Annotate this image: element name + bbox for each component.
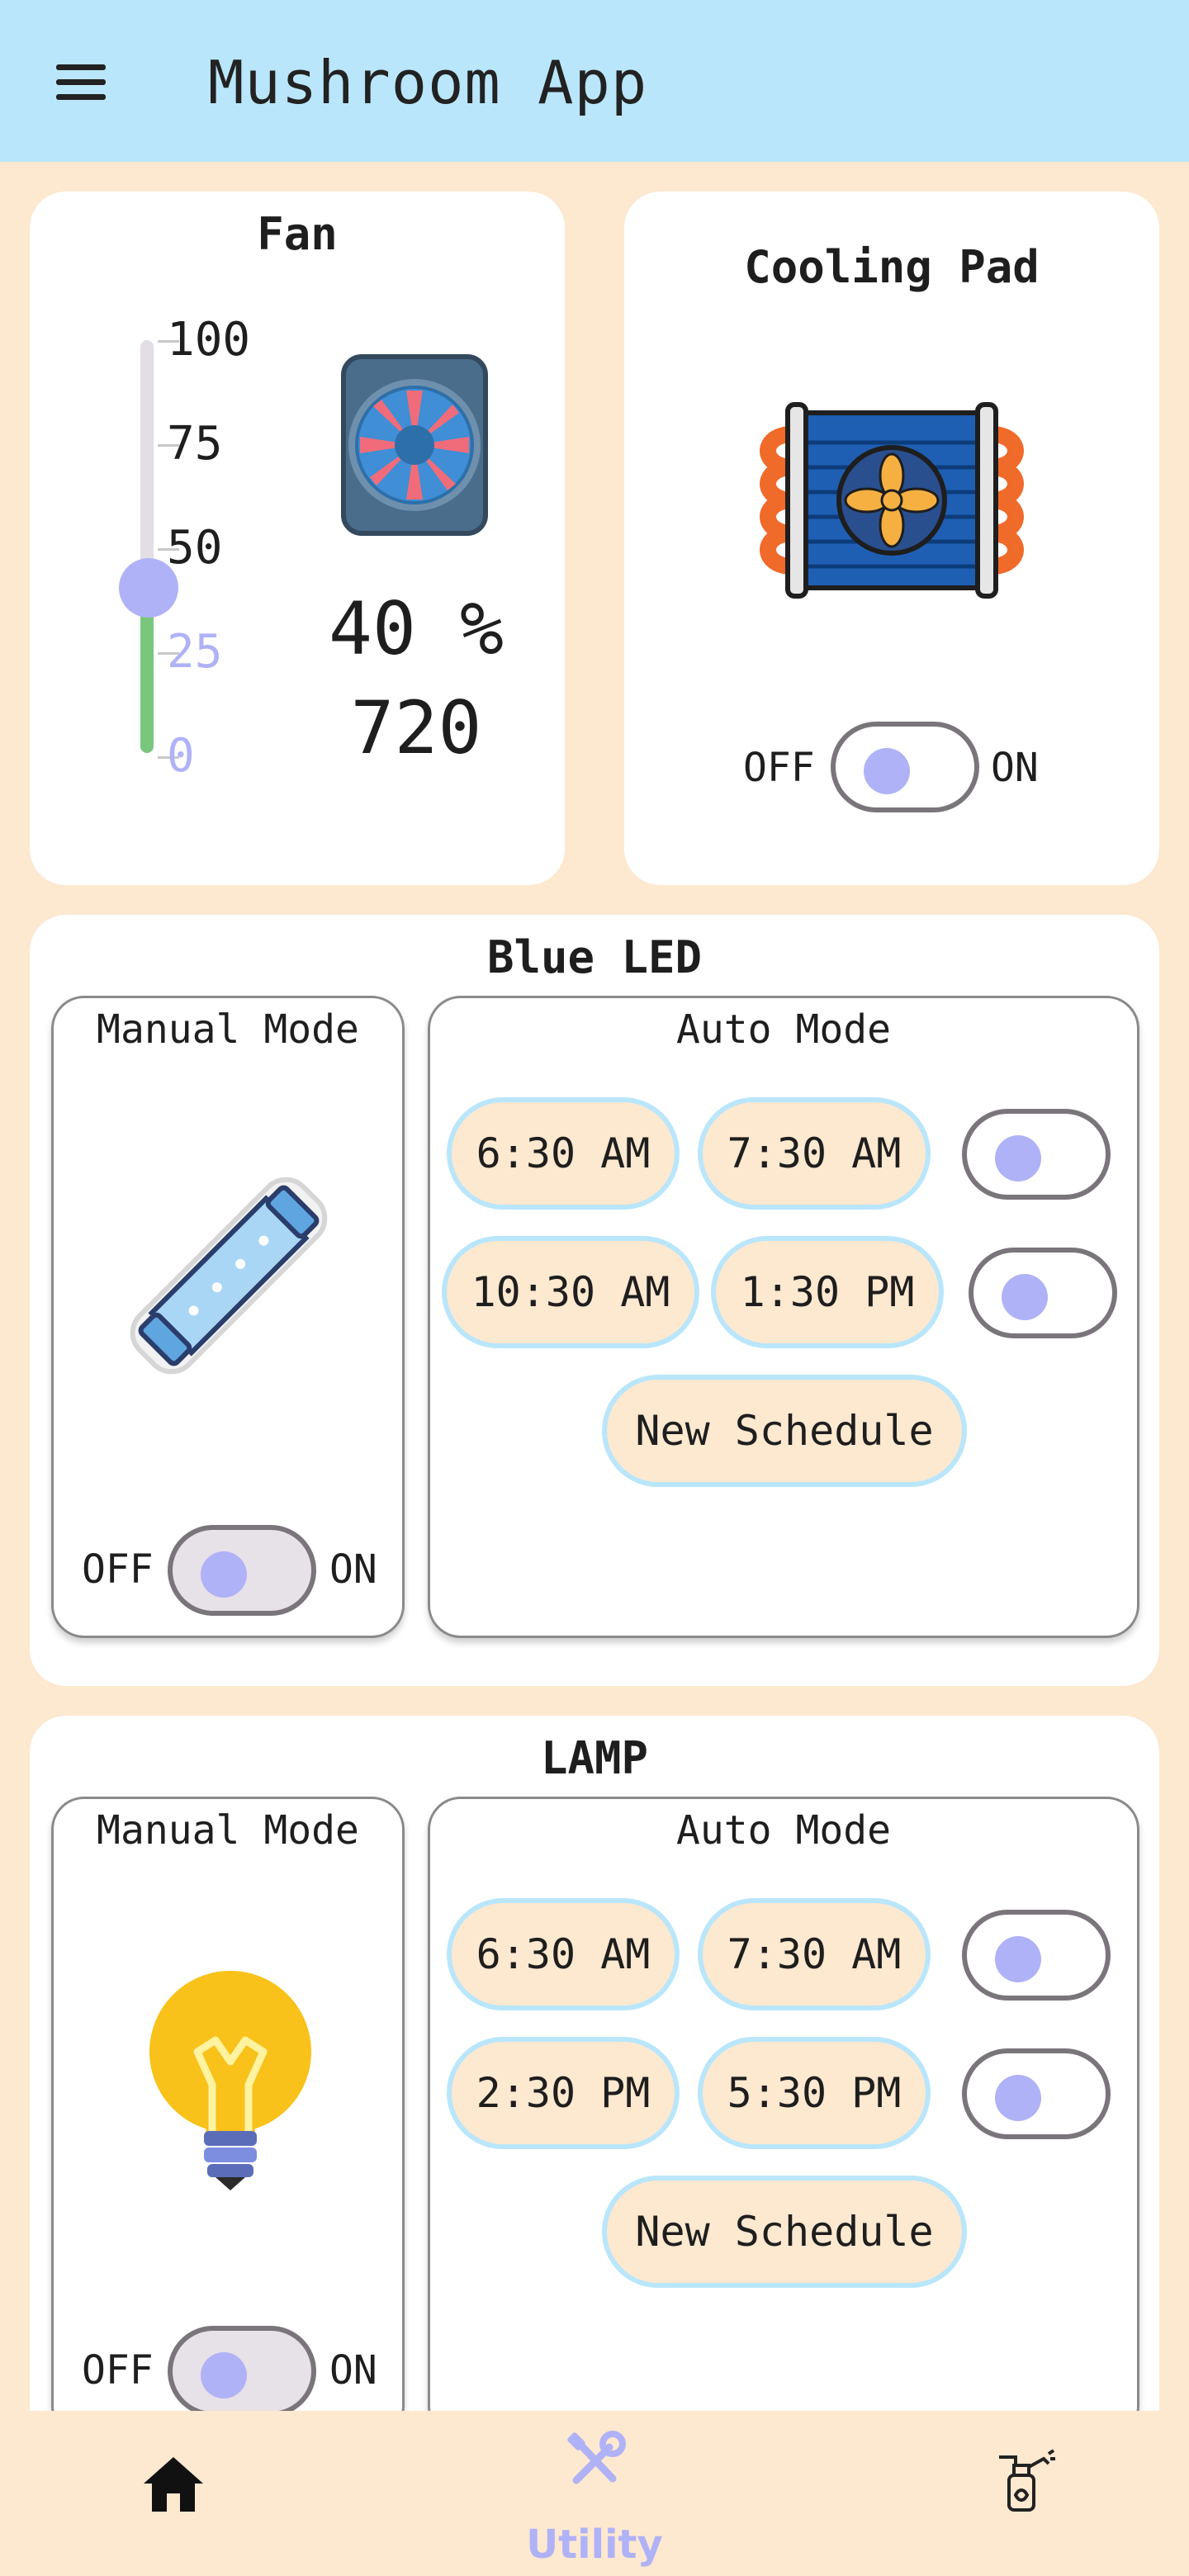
- toggle-knob: [1002, 1274, 1048, 1320]
- lamp-card: LAMP Manual Mode OFF ON Auto Mode 6:30 A…: [30, 1716, 1159, 2487]
- fan-title: Fan: [257, 208, 338, 260]
- tools-icon: [567, 2431, 626, 2484]
- blue-led-title: Blue LED: [486, 931, 703, 983]
- nav-utility[interactable]: Utility: [512, 2411, 677, 2576]
- toggle-knob: [201, 2352, 247, 2398]
- off-label: OFF: [82, 1546, 154, 1593]
- fan-speed-readout: 720: [350, 685, 482, 770]
- fan-icon: [341, 354, 488, 536]
- nav-utility-label: Utility: [526, 2522, 663, 2568]
- slider-tick-label: 75: [167, 417, 223, 471]
- toggle-knob: [995, 1936, 1041, 1982]
- toggle-knob: [995, 1135, 1041, 1181]
- light-bulb-icon: [149, 1971, 311, 2190]
- lamp-title: LAMP: [540, 1732, 649, 1784]
- schedule-end-chip[interactable]: 5:30 PM: [698, 2037, 931, 2149]
- lamp-manual-toggle[interactable]: [168, 2326, 316, 2417]
- app-bar: Mushroom App: [0, 0, 1189, 162]
- nav-home[interactable]: [116, 2411, 231, 2576]
- blue-led-manual-panel: Manual Mode OFF ON: [51, 996, 405, 1638]
- toggle-knob: [995, 2075, 1041, 2121]
- cooling-pad-card: Cooling Pad OFF ON: [624, 192, 1159, 885]
- on-label: ON: [329, 2347, 377, 2394]
- on-label: ON: [329, 1546, 377, 1593]
- toggle-knob: [201, 1551, 247, 1598]
- toggle-knob: [864, 748, 910, 794]
- new-schedule-button[interactable]: New Schedule: [602, 2176, 967, 2288]
- app-title: Mushroom App: [208, 48, 648, 117]
- home-icon: [144, 2457, 203, 2512]
- led-tube-icon: [130, 1177, 328, 1375]
- sprayer-icon: [999, 2449, 1055, 2512]
- blue-led-card: Blue LED Manual Mode OFF ON Auto Mode 6:…: [30, 915, 1159, 1686]
- off-label: OFF: [743, 745, 815, 791]
- schedule-end-chip[interactable]: 7:30 AM: [698, 1097, 931, 1210]
- slider-tick-label: 0: [167, 729, 195, 783]
- schedule-toggle[interactable]: [969, 1248, 1117, 1338]
- manual-mode-title: Manual Mode: [97, 1006, 359, 1053]
- schedule-toggle[interactable]: [962, 1910, 1111, 2001]
- schedule-start-chip[interactable]: 2:30 PM: [447, 2037, 680, 2149]
- schedule-toggle[interactable]: [962, 1109, 1111, 1200]
- blue-led-manual-toggle[interactable]: [168, 1525, 316, 1616]
- auto-mode-title: Auto Mode: [675, 1006, 892, 1053]
- bottom-nav: Utility: [0, 2411, 1189, 2576]
- nav-spray[interactable]: [966, 2411, 1082, 2576]
- on-label: ON: [991, 745, 1039, 791]
- schedule-start-chip[interactable]: 6:30 AM: [447, 1898, 680, 2010]
- cooling-pad-icon: [760, 402, 1024, 599]
- schedule-start-chip[interactable]: 6:30 AM: [447, 1097, 680, 1210]
- auto-mode-title: Auto Mode: [675, 1807, 892, 1854]
- lamp-auto-panel: Auto Mode 6:30 AM 7:30 AM 2:30 PM 5:30 P…: [428, 1797, 1139, 2439]
- schedule-end-chip[interactable]: 1:30 PM: [711, 1236, 944, 1348]
- slider-tick-label: 25: [167, 625, 223, 679]
- manual-mode-title: Manual Mode: [97, 1807, 359, 1854]
- menu-icon[interactable]: [50, 58, 112, 107]
- cooling-pad-toggle[interactable]: [831, 722, 979, 812]
- new-schedule-button[interactable]: New Schedule: [602, 1375, 967, 1487]
- cooling-pad-title: Cooling Pad: [744, 241, 1040, 293]
- slider-tick-label: 50: [167, 521, 223, 575]
- lamp-manual-panel: Manual Mode OFF ON: [51, 1797, 405, 2439]
- off-label: OFF: [82, 2347, 154, 2394]
- schedule-end-chip[interactable]: 7:30 AM: [698, 1898, 931, 2010]
- slider-tick-label: 100: [167, 313, 251, 367]
- fan-card: Fan 100 75 50 25 0 40 % 720: [30, 192, 565, 885]
- schedule-start-chip[interactable]: 10:30 AM: [442, 1236, 699, 1348]
- fan-percent-readout: 40 %: [329, 586, 504, 671]
- blue-led-auto-panel: Auto Mode 6:30 AM 7:30 AM 10:30 AM 1:30 …: [428, 996, 1139, 1638]
- schedule-toggle[interactable]: [962, 2048, 1111, 2139]
